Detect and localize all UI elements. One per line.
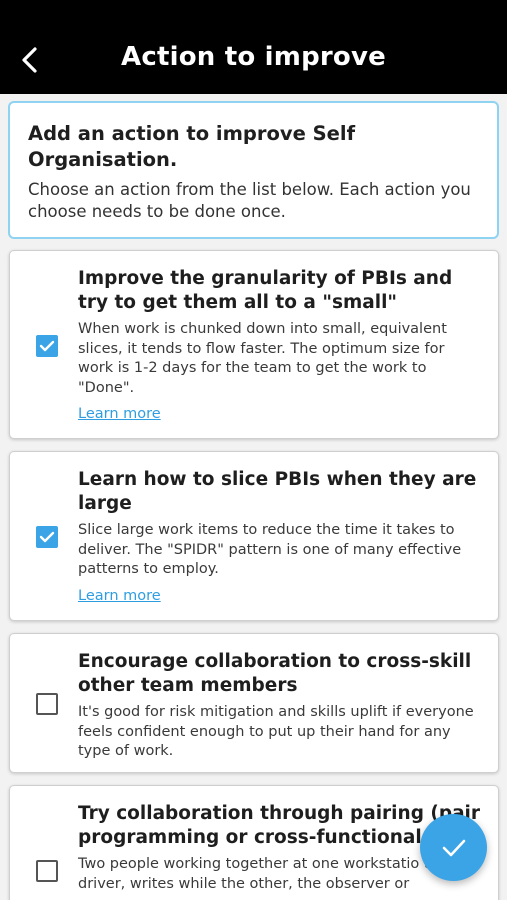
action-title: Learn how to slice PBIs when they are la… [78,469,477,514]
action-title: Encourage collaboration to cross-skill o… [78,651,472,696]
intro-card: Add an action to improve Self Organisati… [8,101,499,239]
action-card[interactable]: Encourage collaboration to cross-skill o… [9,633,499,773]
learn-more-link[interactable]: Learn more [78,406,161,422]
action-checkbox[interactable] [36,335,58,357]
confirm-fab-button[interactable] [420,814,487,881]
action-checkbox[interactable] [36,860,58,882]
action-title: Improve the granularity of PBIs and try … [78,268,453,313]
app-bar: Action to improve [0,0,507,94]
action-checkbox[interactable] [36,693,58,715]
checkmark-icon [39,531,55,543]
action-card[interactable]: Improve the granularity of PBIs and try … [9,250,499,439]
checkmark-icon [39,340,55,352]
intro-description: Choose an action from the list below. Ea… [28,180,471,221]
action-list[interactable]: Add an action to improve Self Organisati… [0,94,507,900]
action-description: When work is chunked down into small, eq… [78,321,447,396]
intro-title: Add an action to improve Self Organisati… [28,122,356,171]
page-title: Action to improve [121,42,386,72]
checkmark-icon [442,839,465,856]
learn-more-link[interactable]: Learn more [78,588,161,604]
action-card[interactable]: Learn how to slice PBIs when they are la… [9,451,499,621]
action-description: Slice large work items to reduce the tim… [78,522,462,577]
action-checkbox[interactable] [36,526,58,548]
action-description: It's good for risk mitigation and skills… [78,704,474,759]
